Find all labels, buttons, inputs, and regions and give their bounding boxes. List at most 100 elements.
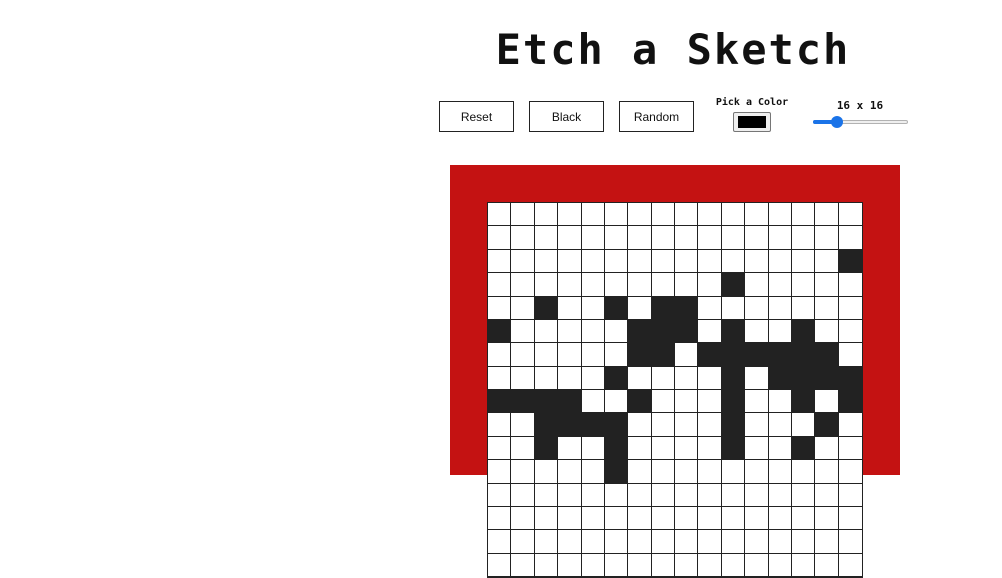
grid-cell[interactable] [768, 460, 792, 484]
grid-cell[interactable] [675, 530, 699, 554]
grid-cell[interactable] [651, 226, 675, 250]
slider-thumb[interactable] [830, 116, 843, 128]
grid-cell[interactable] [791, 460, 816, 484]
grid-cell[interactable] [604, 483, 629, 507]
grid-cell[interactable] [838, 460, 862, 484]
grid-cell[interactable] [581, 343, 605, 367]
grid-cell[interactable] [534, 483, 559, 507]
grid-cell[interactable] [838, 506, 862, 531]
grid-cell[interactable] [721, 203, 746, 227]
grid-cell[interactable] [651, 273, 675, 297]
grid-cell[interactable] [604, 506, 629, 531]
grid-cell[interactable] [721, 226, 746, 250]
grid-cell[interactable] [651, 460, 675, 484]
grid-cell[interactable] [838, 273, 862, 297]
grid-cell[interactable] [558, 366, 582, 390]
grid-cell[interactable] [675, 553, 699, 577]
grid-cell[interactable] [651, 319, 675, 344]
grid-cell[interactable] [558, 553, 582, 577]
grid-cell[interactable] [534, 366, 559, 390]
grid-cell[interactable] [768, 506, 792, 531]
grid-cell[interactable] [675, 296, 699, 320]
grid-cell[interactable] [511, 413, 535, 437]
grid-cell[interactable] [675, 319, 699, 344]
grid-cell[interactable] [604, 319, 629, 344]
grid-cell[interactable] [511, 296, 535, 320]
grid-cell[interactable] [581, 553, 605, 577]
grid-cell[interactable] [815, 249, 839, 274]
grid-cell[interactable] [628, 390, 652, 414]
grid-cell[interactable] [675, 413, 699, 437]
grid-cell[interactable] [651, 296, 675, 320]
grid-cell[interactable] [558, 296, 582, 320]
grid-cell[interactable] [791, 343, 816, 367]
grid-cell[interactable] [651, 390, 675, 414]
grid-cell[interactable] [511, 226, 535, 250]
grid-cell[interactable] [698, 413, 722, 437]
grid-cell[interactable] [581, 319, 605, 344]
grid-cell[interactable] [651, 413, 675, 437]
grid-cell[interactable] [628, 203, 652, 227]
grid-cell[interactable] [838, 436, 862, 461]
grid-cell[interactable] [581, 530, 605, 554]
sketch-grid[interactable] [487, 202, 863, 578]
grid-cell[interactable] [511, 530, 535, 554]
grid-cell[interactable] [791, 436, 816, 461]
grid-cell[interactable] [628, 319, 652, 344]
grid-cell[interactable] [558, 506, 582, 531]
grid-cell[interactable] [838, 413, 862, 437]
grid-cell[interactable] [604, 203, 629, 227]
grid-cell[interactable] [581, 390, 605, 414]
grid-cell[interactable] [488, 483, 512, 507]
grid-cell[interactable] [768, 390, 792, 414]
grid-cell[interactable] [745, 319, 769, 344]
grid-cell[interactable] [721, 553, 746, 577]
grid-cell[interactable] [581, 249, 605, 274]
grid-cell[interactable] [721, 460, 746, 484]
grid-cell[interactable] [838, 319, 862, 344]
grid-cell[interactable] [534, 436, 559, 461]
grid-cell[interactable] [604, 530, 629, 554]
grid-cell[interactable] [838, 249, 862, 274]
grid-cell[interactable] [558, 390, 582, 414]
grid-cell[interactable] [534, 530, 559, 554]
grid-cell[interactable] [815, 343, 839, 367]
grid-cell[interactable] [815, 296, 839, 320]
grid-cell[interactable] [558, 483, 582, 507]
grid-cell[interactable] [791, 249, 816, 274]
grid-cell[interactable] [488, 296, 512, 320]
grid-cell[interactable] [511, 273, 535, 297]
grid-cell[interactable] [698, 319, 722, 344]
grid-cell[interactable] [651, 483, 675, 507]
grid-cell[interactable] [721, 483, 746, 507]
grid-cell[interactable] [675, 436, 699, 461]
grid-cell[interactable] [815, 366, 839, 390]
grid-cell[interactable] [721, 343, 746, 367]
grid-cell[interactable] [791, 366, 816, 390]
grid-cell[interactable] [604, 343, 629, 367]
grid-cell[interactable] [838, 483, 862, 507]
grid-cell[interactable] [721, 319, 746, 344]
grid-cell[interactable] [838, 296, 862, 320]
grid-cell[interactable] [604, 273, 629, 297]
grid-cell[interactable] [488, 390, 512, 414]
grid-cell[interactable] [815, 273, 839, 297]
grid-cell[interactable] [721, 273, 746, 297]
grid-cell[interactable] [604, 366, 629, 390]
grid-cell[interactable] [698, 366, 722, 390]
grid-cell[interactable] [534, 390, 559, 414]
grid-cell[interactable] [488, 343, 512, 367]
grid-cell[interactable] [534, 249, 559, 274]
grid-cell[interactable] [511, 506, 535, 531]
grid-cell[interactable] [534, 273, 559, 297]
grid-cell[interactable] [838, 343, 862, 367]
grid-cell[interactable] [628, 296, 652, 320]
grid-cell[interactable] [791, 483, 816, 507]
grid-cell[interactable] [488, 273, 512, 297]
grid-cell[interactable] [698, 343, 722, 367]
grid-cell[interactable] [791, 273, 816, 297]
grid-cell[interactable] [558, 203, 582, 227]
grid-cell[interactable] [558, 436, 582, 461]
grid-cell[interactable] [815, 483, 839, 507]
grid-cell[interactable] [558, 343, 582, 367]
